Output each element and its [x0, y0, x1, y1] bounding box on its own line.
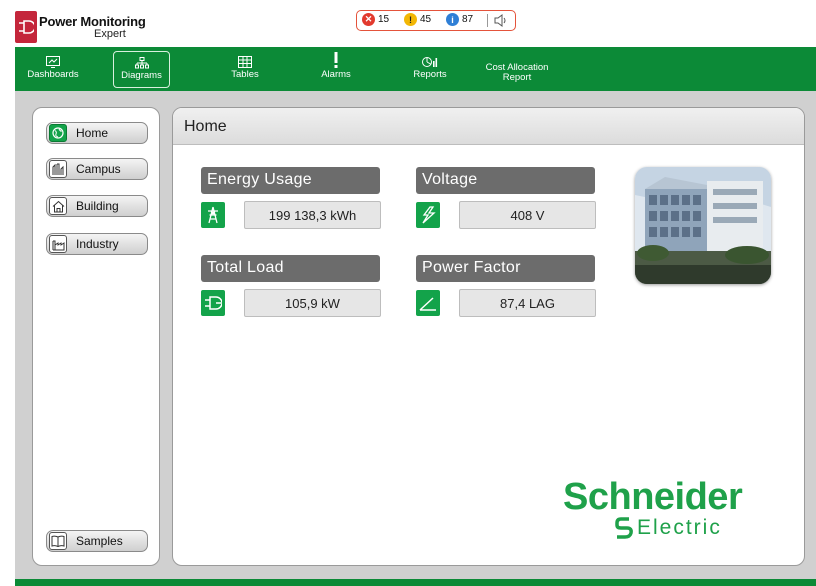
brand-name: Schneider — [563, 476, 743, 518]
app-title: Power Monitoring — [39, 14, 146, 29]
total-load-value[interactable]: 105,9 kW — [244, 289, 381, 317]
warning-alarm-count[interactable]: ! 45 — [404, 13, 431, 26]
power-factor-value[interactable]: 87,4 LAG — [459, 289, 596, 317]
panel-header: Home — [173, 108, 804, 145]
sidebar-item-building[interactable]: Building — [46, 195, 148, 217]
sidebar-item-samples[interactable]: Samples — [46, 530, 148, 552]
voltage-value[interactable]: 408 V — [459, 201, 596, 229]
table-icon — [238, 47, 252, 68]
energy-usage-header: Energy Usage — [201, 167, 380, 194]
schneider-logo-icon — [615, 517, 633, 539]
critical-alarm-count[interactable]: ✕ 15 — [362, 13, 389, 26]
voltage-header: Voltage — [416, 167, 595, 194]
lightning-icon[interactable] — [416, 202, 440, 228]
factory-icon — [49, 235, 67, 253]
diagram-sidebar: Home Campus Building Industry Samples — [32, 107, 160, 566]
diagram-icon — [134, 52, 149, 69]
critical-alarm-value: 15 — [378, 14, 390, 25]
power-tower-icon[interactable] — [201, 202, 225, 228]
nav-tables[interactable]: Tables — [220, 47, 270, 91]
sidebar-item-industry[interactable]: Industry — [46, 233, 148, 255]
campus-icon — [49, 160, 67, 178]
nav-diagrams-label: Diagrams — [121, 70, 162, 81]
sidebar-item-home[interactable]: Home — [46, 122, 148, 144]
warning-alarm-icon: ! — [404, 13, 417, 26]
sidebar-item-campus[interactable]: Campus — [46, 158, 148, 180]
schneider-electric-logo: Schneider Electric — [563, 476, 743, 540]
sidebar-label-samples: Samples — [76, 534, 123, 548]
app-subtitle: Expert — [94, 28, 126, 40]
critical-alarm-icon: ✕ — [362, 13, 375, 26]
brand-subname: Electric — [637, 516, 722, 539]
power-factor-header: Power Factor — [416, 255, 595, 282]
nav-cost-allocation-label-2: Report — [502, 72, 532, 83]
nav-dashboards-label: Dashboards — [27, 69, 79, 80]
nav-diagrams[interactable]: Diagrams — [113, 51, 170, 88]
nav-dashboards[interactable]: Dashboards — [27, 47, 79, 91]
alarm-divider — [487, 14, 488, 27]
book-icon — [49, 532, 67, 550]
top-header: Power Monitoring Expert ✕ 15 ! 45 i 87 — [0, 0, 816, 47]
building-photo[interactable] — [635, 167, 771, 284]
sidebar-label-home: Home — [76, 126, 109, 140]
nav-tables-label: Tables — [231, 69, 259, 80]
footer-bar — [15, 579, 816, 586]
info-alarm-value: 87 — [462, 14, 474, 25]
total-load-header: Total Load — [201, 255, 380, 282]
nav-reports[interactable]: Reports — [405, 47, 455, 91]
info-alarm-icon: i — [446, 13, 459, 26]
globe-icon — [49, 124, 67, 142]
sidebar-label-building: Building — [76, 199, 119, 213]
speaker-icon[interactable] — [494, 14, 508, 32]
nav-alarms[interactable]: Alarms — [313, 47, 359, 91]
plug-icon[interactable] — [201, 290, 225, 316]
page-title: Home — [184, 118, 227, 135]
alarm-exclamation-icon — [333, 47, 339, 68]
warning-alarm-value: 45 — [420, 14, 432, 25]
sidebar-label-campus: Campus — [76, 162, 121, 176]
alarm-summary[interactable]: ✕ 15 ! 45 i 87 — [356, 10, 516, 31]
nav-alarms-label: Alarms — [321, 69, 351, 80]
nav-reports-label: Reports — [413, 69, 447, 80]
dashboard-icon — [46, 47, 60, 68]
sidebar-label-industry: Industry — [76, 237, 119, 251]
report-icon — [422, 47, 438, 68]
main-nav: Dashboards Diagrams Tables Alarms Report… — [15, 47, 816, 91]
nav-cost-allocation-report[interactable]: Cost Allocation Report — [473, 47, 561, 91]
energy-usage-value[interactable]: 199 138,3 kWh — [244, 201, 381, 229]
house-icon — [49, 197, 67, 215]
angle-icon[interactable] — [416, 290, 440, 316]
info-alarm-count[interactable]: i 87 — [446, 13, 473, 26]
plug-logo-icon — [15, 11, 37, 43]
